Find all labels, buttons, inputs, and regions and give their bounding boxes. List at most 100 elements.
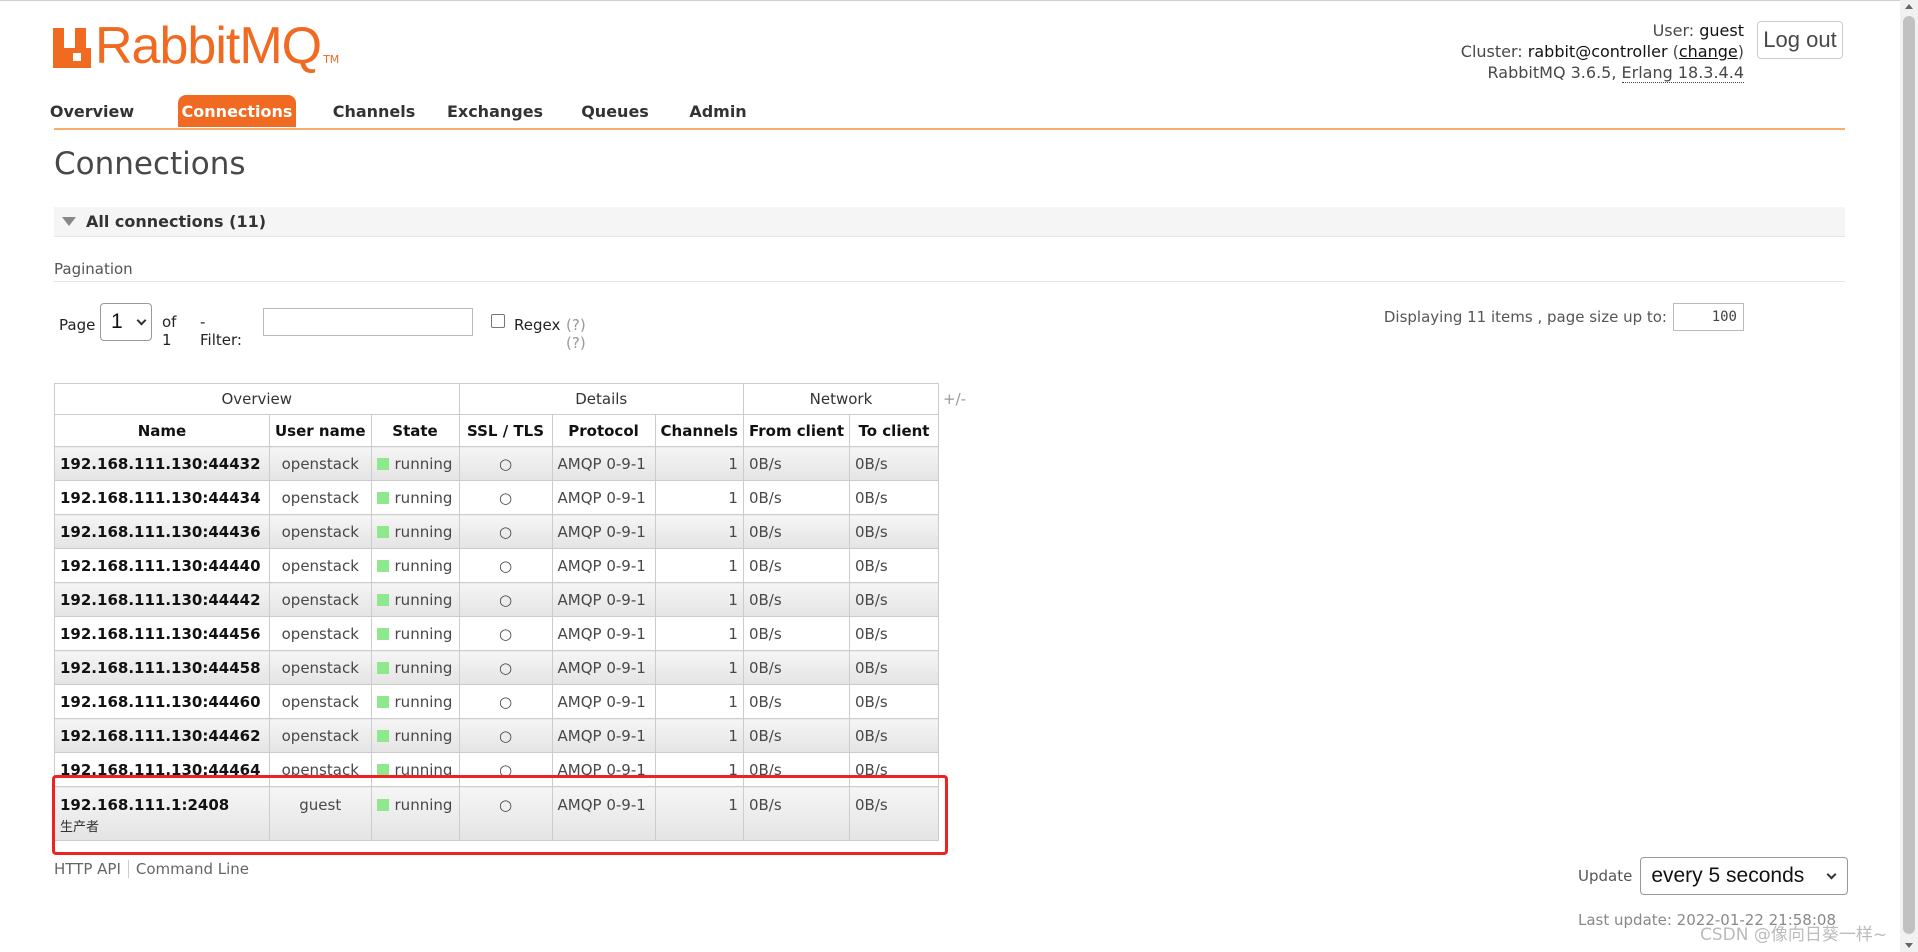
cell-name[interactable]: 192.168.111.130:44464 bbox=[54, 752, 270, 787]
cell-ssl: ○ bbox=[458, 616, 553, 651]
cell-channels: 1 bbox=[654, 718, 744, 753]
tab-overview[interactable]: Overview bbox=[50, 95, 134, 127]
logout-button[interactable]: Log out bbox=[1757, 21, 1843, 59]
cell-state: running bbox=[370, 446, 460, 481]
command-line-link[interactable]: Command Line bbox=[136, 860, 249, 878]
vertical-scrollbar[interactable] bbox=[1900, 0, 1918, 952]
col-to-client[interactable]: To client bbox=[849, 414, 939, 447]
table-row[interactable]: 192.168.111.1:2408 生产者 guest running ○ AMQP 0… bbox=[54, 786, 939, 841]
cell-name[interactable]: 192.168.111.130:44434 bbox=[54, 480, 270, 515]
connection-name-link[interactable]: 192.168.111.130:44464 bbox=[60, 761, 261, 779]
cell-name[interactable]: 192.168.111.130:44442 bbox=[54, 582, 270, 617]
col-name[interactable]: Name bbox=[54, 414, 270, 447]
filter-input[interactable] bbox=[263, 308, 473, 336]
col-from-client[interactable]: From client bbox=[742, 414, 851, 447]
col-channels[interactable]: Channels bbox=[654, 414, 744, 447]
page-of-label: of 1 bbox=[162, 313, 177, 349]
cell-protocol: AMQP 0-9-1 bbox=[551, 446, 656, 481]
state-indicator-icon bbox=[376, 729, 389, 742]
state-indicator-icon bbox=[376, 627, 389, 640]
cell-name[interactable]: 192.168.111.1:2408 生产者 bbox=[54, 786, 270, 841]
connection-name-link[interactable]: 192.168.111.130:44458 bbox=[60, 659, 261, 677]
col-user-name[interactable]: User name bbox=[269, 414, 372, 447]
col-ssl-tls[interactable]: SSL / TLS bbox=[458, 414, 553, 447]
connections-table: Overview Details Network Name User name … bbox=[54, 383, 940, 841]
connection-name-link[interactable]: 192.168.111.130:44440 bbox=[60, 557, 261, 575]
table-row[interactable]: 192.168.111.130:44432 openstack running ○ AM… bbox=[54, 446, 939, 481]
cell-state: running bbox=[370, 786, 460, 841]
table-row[interactable]: 192.168.111.130:44458 openstack running ○ AM… bbox=[54, 650, 939, 685]
all-connections-toggle[interactable]: All connections (11) bbox=[54, 207, 1845, 237]
cell-name[interactable]: 192.168.111.130:44458 bbox=[54, 650, 270, 685]
cell-name[interactable]: 192.168.111.130:44460 bbox=[54, 684, 270, 719]
state-indicator-icon bbox=[376, 593, 389, 606]
cell-channels: 1 bbox=[654, 684, 744, 719]
connection-name-link[interactable]: 192.168.111.130:44460 bbox=[60, 693, 261, 711]
rabbit-icon bbox=[53, 28, 91, 68]
page-label: Page bbox=[59, 316, 96, 334]
state-text: running bbox=[394, 522, 453, 541]
table-row[interactable]: 192.168.111.130:44464 openstack running ○ AM… bbox=[54, 752, 939, 787]
header-info: User: guest Cluster: rabbit@controller (… bbox=[1461, 20, 1744, 83]
tab-channels[interactable]: Channels bbox=[333, 95, 416, 127]
cell-from-client: 0B/s bbox=[742, 752, 851, 787]
column-toggle[interactable]: +/- bbox=[943, 390, 966, 408]
connection-name-link[interactable]: 192.168.111.130:44456 bbox=[60, 625, 261, 643]
table-row[interactable]: 192.168.111.130:44442 openstack running ○ AM… bbox=[54, 582, 939, 617]
connection-name-link[interactable]: 192.168.111.1:2408 bbox=[60, 796, 229, 814]
table-row[interactable]: 192.168.111.130:44462 openstack running ○ AM… bbox=[54, 718, 939, 753]
table-row[interactable]: 192.168.111.130:44456 openstack running ○ AM… bbox=[54, 616, 939, 651]
scroll-down-arrow-icon[interactable] bbox=[1905, 943, 1913, 948]
cell-protocol: AMQP 0-9-1 bbox=[551, 752, 656, 787]
cell-protocol: AMQP 0-9-1 bbox=[551, 514, 656, 549]
table-row[interactable]: 192.168.111.130:44434 openstack running ○ AM… bbox=[54, 480, 939, 515]
regex-help-link[interactable]: (?)(?) bbox=[566, 316, 586, 352]
cell-from-client: 0B/s bbox=[742, 650, 851, 685]
cell-channels: 1 bbox=[654, 480, 744, 515]
scroll-thumb[interactable] bbox=[1903, 16, 1915, 934]
cluster-name: rabbit@controller bbox=[1527, 42, 1668, 61]
state-indicator-icon bbox=[376, 695, 389, 708]
user-label: User: bbox=[1652, 21, 1695, 40]
cell-name[interactable]: 192.168.111.130:44432 bbox=[54, 446, 270, 481]
cell-state: running bbox=[370, 480, 460, 515]
page-select[interactable]: 1 bbox=[100, 303, 152, 341]
cell-channels: 1 bbox=[654, 650, 744, 685]
update-interval-select[interactable]: every 5 seconds bbox=[1640, 857, 1849, 895]
pagination-label: Pagination bbox=[54, 260, 133, 278]
page-size-input[interactable]: 100 bbox=[1673, 303, 1744, 331]
http-api-link[interactable]: HTTP API bbox=[54, 860, 121, 878]
col-state[interactable]: State bbox=[370, 414, 460, 447]
cell-name[interactable]: 192.168.111.130:44440 bbox=[54, 548, 270, 583]
connection-name-link[interactable]: 192.168.111.130:44434 bbox=[60, 489, 261, 507]
connection-name-link[interactable]: 192.168.111.130:44436 bbox=[60, 523, 261, 541]
cell-ssl: ○ bbox=[458, 480, 553, 515]
state-indicator-icon bbox=[376, 525, 389, 538]
tab-queues[interactable]: Queues bbox=[581, 95, 649, 127]
connection-name-link[interactable]: 192.168.111.130:44462 bbox=[60, 727, 261, 745]
connection-name-link[interactable]: 192.168.111.130:44442 bbox=[60, 591, 261, 609]
cell-name[interactable]: 192.168.111.130:44456 bbox=[54, 616, 270, 651]
col-protocol[interactable]: Protocol bbox=[551, 414, 656, 447]
tab-exchanges[interactable]: Exchanges bbox=[447, 95, 543, 127]
table-row[interactable]: 192.168.111.130:44460 openstack running ○ AM… bbox=[54, 684, 939, 719]
state-text: running bbox=[394, 726, 453, 745]
scroll-up-arrow-icon[interactable] bbox=[1905, 4, 1913, 9]
regex-checkbox[interactable] bbox=[491, 314, 505, 328]
connection-name-link[interactable]: 192.168.111.130:44432 bbox=[60, 455, 261, 473]
state-text: running bbox=[394, 624, 453, 643]
table-row[interactable]: 192.168.111.130:44436 openstack running ○ AM… bbox=[54, 514, 939, 549]
group-overview: Overview bbox=[54, 383, 460, 415]
tab-connections[interactable]: Connections bbox=[178, 95, 296, 127]
cell-protocol: AMQP 0-9-1 bbox=[551, 480, 656, 515]
cell-state: running bbox=[370, 548, 460, 583]
cell-name[interactable]: 192.168.111.130:44462 bbox=[54, 718, 270, 753]
change-cluster-link[interactable]: change bbox=[1679, 42, 1738, 61]
state-text: running bbox=[394, 658, 453, 677]
update-interval-value: every 5 seconds bbox=[1651, 864, 1805, 887]
tab-admin[interactable]: Admin bbox=[689, 95, 746, 127]
rabbitmq-logo[interactable]: RabbitMQ TM bbox=[53, 18, 339, 72]
table-row[interactable]: 192.168.111.130:44440 openstack running ○ AM… bbox=[54, 548, 939, 583]
cell-name[interactable]: 192.168.111.130:44436 bbox=[54, 514, 270, 549]
cell-to-client: 0B/s bbox=[849, 786, 939, 841]
